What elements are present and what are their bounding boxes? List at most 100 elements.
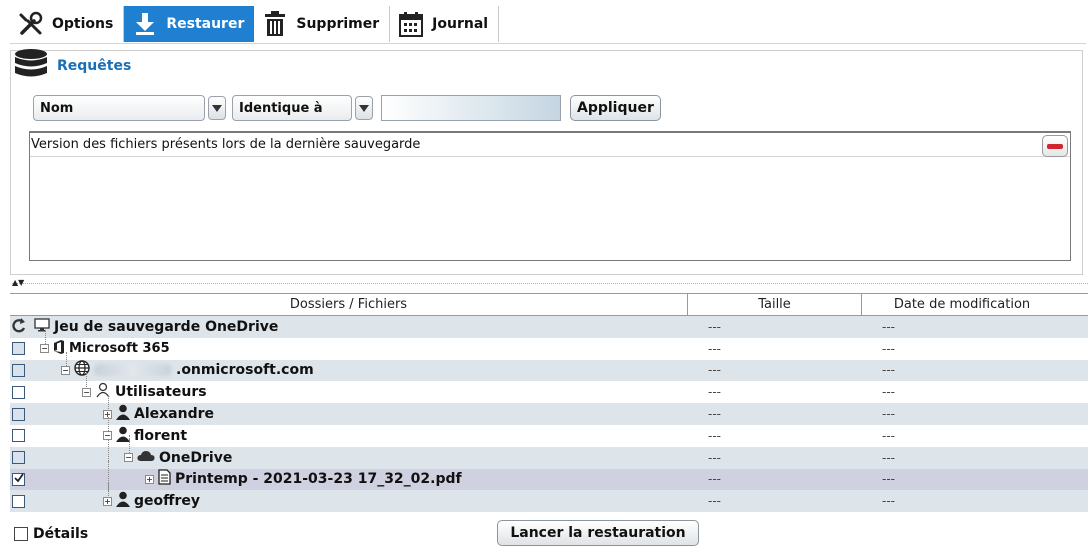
table-row[interactable]: − OneDrive --- --- (10, 438, 1088, 469)
date-cell: --- (882, 363, 895, 378)
tree-node: − OneDrive (124, 450, 232, 466)
row-checkbox[interactable] (12, 407, 25, 421)
calendar-icon (398, 11, 424, 37)
date-cell: --- (882, 319, 895, 334)
checkmark-icon (13, 473, 24, 485)
tree-node-label: Utilisateurs (115, 384, 207, 401)
table-row[interactable]: + geoffrey --- --- (10, 482, 1088, 513)
tree-node: − .onmicrosoft.com (61, 360, 314, 380)
size-cell: --- (708, 407, 721, 422)
footer: Détails Lancer la restauration (12, 520, 1088, 546)
restore-button[interactable]: Restaurer (124, 6, 255, 42)
size-cell: --- (708, 385, 721, 400)
file-tree-table: Dossiers / Fichiers Taille Date de modif… (10, 293, 1088, 513)
table-row[interactable]: − .onmicrosoft.com --- --- (10, 351, 1088, 382)
row-checkbox[interactable] (12, 385, 25, 399)
table-row[interactable]: − florent --- --- (10, 416, 1088, 449)
table-row[interactable]: + Printemp - 2021-03-23 17_32_02.pdf ---… (10, 460, 1088, 491)
collapse-toggle[interactable]: − (61, 365, 70, 375)
query-item-label: Version des fichiers présents lors de la… (31, 137, 421, 152)
user-icon (116, 491, 130, 511)
table-header: Dossiers / Fichiers Taille Date de modif… (10, 293, 1088, 316)
date-cell: --- (882, 494, 895, 509)
tree-node: Jeu de sauvegarde OneDrive (34, 318, 278, 336)
query-item[interactable]: Version des fichiers présents lors de la… (30, 133, 1070, 157)
tree-node: + Printemp - 2021-03-23 17_32_02.pdf (145, 469, 462, 489)
tree-node: − Microsoft 365 (40, 339, 170, 358)
filter-row: Nom Identique à Appliquer (33, 95, 661, 121)
row-checkbox[interactable] (12, 429, 25, 443)
tree-node-label: Printemp - 2021-03-23 17_32_02.pdf (175, 471, 462, 488)
database-icon (13, 49, 49, 83)
delete-button[interactable]: Supprimer (254, 6, 391, 42)
refresh-icon[interactable] (12, 318, 26, 338)
options-button[interactable]: Options (10, 6, 125, 42)
minus-icon (1047, 143, 1063, 149)
tree-node: + geoffrey (103, 491, 200, 511)
collapse-toggle[interactable]: − (82, 387, 91, 397)
size-cell: --- (708, 428, 721, 443)
chevron-down-icon (359, 101, 369, 116)
table-row[interactable]: − Microsoft 365 --- --- (10, 329, 1088, 360)
header-size[interactable]: Taille (688, 294, 862, 315)
computer-icon (34, 318, 50, 336)
remove-query-button[interactable] (1042, 135, 1068, 157)
value-input[interactable] (381, 95, 561, 121)
collapse-toggle[interactable]: − (40, 344, 49, 354)
file-icon (158, 469, 171, 489)
tree-node-label: Jeu de sauvegarde OneDrive (54, 318, 279, 335)
tree-node-label: .onmicrosoft.com (176, 362, 314, 379)
expand-toggle[interactable]: + (103, 496, 112, 506)
user-icon (116, 404, 130, 424)
size-cell: --- (708, 341, 721, 356)
collapse-arrows-icon[interactable]: ▲▼ (12, 278, 24, 287)
size-cell: --- (708, 450, 721, 465)
size-cell: --- (708, 363, 721, 378)
row-checkbox[interactable] (12, 472, 25, 486)
apply-button[interactable]: Appliquer (570, 95, 661, 121)
tree-node: − Utilisateurs (82, 382, 207, 402)
details-checkbox[interactable]: Détails (14, 526, 88, 542)
operator-select-value: Identique à (239, 100, 323, 116)
row-checkbox[interactable] (12, 451, 25, 465)
operator-select[interactable]: Identique à (232, 95, 352, 121)
table-row[interactable]: Jeu de sauvegarde OneDrive --- --- (10, 316, 1088, 338)
checkbox-box[interactable] (14, 527, 28, 541)
journal-button[interactable]: Journal (390, 6, 500, 42)
header-name[interactable]: Dossiers / Fichiers (10, 294, 688, 315)
table-row[interactable]: + Alexandre --- --- (10, 395, 1088, 426)
tools-icon (18, 11, 44, 37)
date-cell: --- (882, 428, 895, 443)
field-select[interactable]: Nom (33, 95, 205, 121)
panel-splitter[interactable]: ▲▼ (12, 278, 1088, 291)
size-cell: --- (708, 494, 721, 509)
operator-select-arrow[interactable] (355, 96, 373, 120)
collapse-toggle[interactable]: − (124, 453, 133, 463)
globe-icon (74, 360, 90, 380)
cloud-icon (137, 450, 155, 466)
queries-header: Requêtes (11, 49, 1082, 83)
row-checkbox[interactable] (12, 494, 25, 508)
date-cell: --- (882, 385, 895, 400)
launch-restore-button[interactable]: Lancer la restauration (497, 520, 699, 546)
header-date[interactable]: Date de modification (862, 294, 1062, 315)
tree-node: + Alexandre (103, 404, 214, 424)
queries-panel: Requêtes Nom Identique à Appliquer Versi… (10, 49, 1083, 275)
table-row[interactable]: − Utilisateurs --- --- (10, 373, 1088, 403)
row-checkbox[interactable] (12, 363, 25, 377)
date-cell: --- (882, 450, 895, 465)
download-arrow-icon (132, 11, 158, 37)
row-checkbox[interactable] (12, 342, 25, 356)
tree-node-label: florent (134, 427, 188, 444)
date-cell: --- (882, 341, 895, 356)
journal-label: Journal (432, 16, 489, 32)
tree-node-label: Alexandre (134, 406, 214, 423)
expand-toggle[interactable]: + (145, 474, 154, 484)
office-icon (53, 339, 65, 358)
details-label: Détails (33, 526, 89, 542)
size-cell: --- (708, 472, 721, 487)
tree-node-label: geoffrey (134, 493, 201, 510)
query-list: Version des fichiers présents lors de la… (29, 131, 1071, 261)
trash-icon (262, 11, 288, 37)
field-select-arrow[interactable] (208, 96, 226, 120)
